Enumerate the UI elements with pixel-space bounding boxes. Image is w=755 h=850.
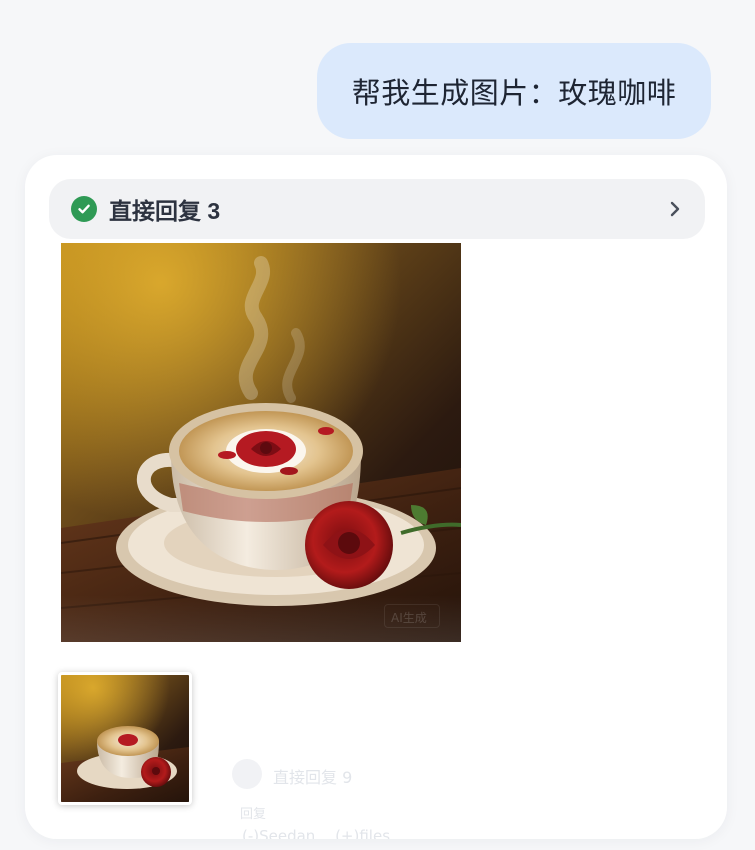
user-message-bubble: 帮我生成图片：玫瑰咖啡 [317, 43, 711, 139]
assistant-reply-card: 直接回复 3 AI生成 直接回复 9 回复 (-)Seedan… (+)file… [25, 155, 727, 839]
check-circle-icon [71, 196, 97, 222]
reply-status-label: 直接回复 3 [109, 198, 221, 224]
generated-image[interactable] [61, 243, 461, 642]
ghost-line-1: 回复 [240, 807, 267, 822]
ghost-label: 直接回复 9 [273, 768, 353, 787]
reply-status-toggle[interactable]: 直接回复 3 [49, 179, 705, 239]
image-thumbnail[interactable] [58, 672, 192, 805]
ai-watermark: AI生成 [384, 604, 440, 628]
chevron-right-icon [667, 199, 683, 219]
ghost-line-2: (-)Seedan… (+)files [242, 827, 391, 839]
chat-view: 帮我生成图片：玫瑰咖啡 直接回复 3 AI生成 直接回复 9 回复 (-)See… [0, 0, 755, 850]
user-message-text: 帮我生成图片：玫瑰咖啡 [351, 76, 677, 110]
ghost-avatar [232, 759, 262, 789]
